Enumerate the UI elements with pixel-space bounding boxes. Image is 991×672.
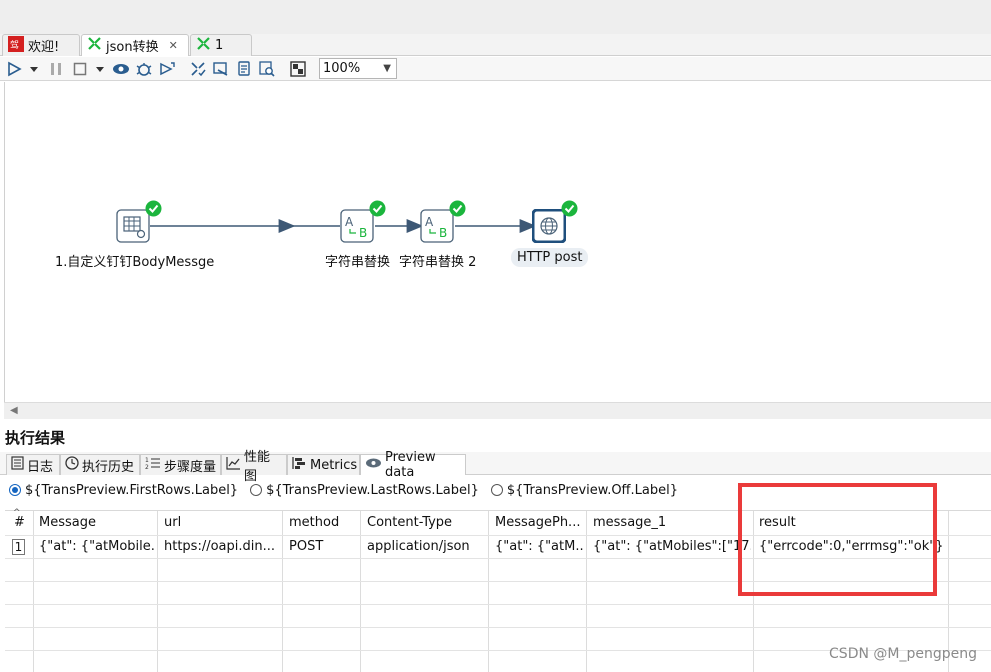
chevron-down-icon: ▼ (383, 63, 391, 74)
svg-text:A: A (345, 215, 354, 229)
radio-selected-icon (9, 484, 21, 496)
tab-label: 日志 (27, 459, 54, 475)
column-header[interactable]: url (164, 515, 181, 530)
verify-icon[interactable] (188, 59, 208, 79)
transformation-icon (87, 36, 102, 55)
horizontal-scrollbar[interactable]: ◀ (4, 402, 991, 419)
tab-label: json转换 (106, 40, 159, 55)
row-divider (5, 604, 991, 605)
pause-icon[interactable] (47, 59, 65, 79)
results-tab-strip: 日志 执行历史 12 步骤度量 性能图 Metrics Preview data (0, 450, 991, 484)
run-icon[interactable] (5, 59, 23, 79)
highlight-box (738, 483, 937, 596)
tab-1[interactable]: 1 (190, 34, 252, 56)
tab-json-transform[interactable]: json转换 ✕ (81, 34, 189, 56)
radio-off[interactable]: ${TransPreview.Off.Label} (490, 482, 678, 498)
run-dropdown-icon[interactable] (28, 59, 40, 79)
column-header[interactable]: message_1 (593, 515, 666, 530)
column-header[interactable]: method (289, 515, 339, 530)
tab-preview-data[interactable]: Preview data (360, 450, 466, 480)
row-number[interactable]: 1 (12, 539, 25, 555)
show-results-icon[interactable] (288, 59, 308, 79)
tab-log[interactable]: 日志 (6, 454, 60, 475)
column-header[interactable]: Message (39, 515, 96, 530)
tab-label: 1 (215, 38, 224, 53)
gantt-icon (292, 456, 307, 474)
radio-icon (490, 484, 503, 496)
watermark: CSDN @M_pengpeng (829, 646, 977, 662)
scroll-left-icon[interactable]: ◀ (10, 405, 18, 416)
column-header[interactable]: MessagePh... (495, 515, 580, 530)
explore-db-icon[interactable] (257, 59, 277, 79)
chart-icon (226, 456, 241, 474)
step-label: 字符串替换 (325, 255, 391, 270)
tab-label: 欢迎! (28, 40, 60, 55)
radio-label: ${TransPreview.Off.Label} (506, 482, 678, 498)
column-header[interactable]: # (14, 515, 25, 530)
ok-check-icon (561, 200, 578, 221)
table-cell[interactable]: https://oapi.din... (164, 539, 280, 554)
replay-icon[interactable] (157, 59, 177, 79)
zoom-value: 100% (323, 61, 361, 76)
ok-check-icon (145, 200, 162, 221)
app-logo-icon: 驾 (8, 35, 24, 56)
stop-dropdown-icon[interactable] (94, 59, 106, 79)
stop-icon[interactable] (71, 59, 89, 79)
transformation-icon (196, 36, 211, 55)
svg-text:B: B (439, 226, 447, 240)
svg-text:B: B (359, 226, 367, 240)
tab-metrics[interactable]: Metrics (287, 454, 360, 475)
close-icon[interactable]: ✕ (169, 39, 178, 52)
clock-icon (65, 456, 79, 474)
radio-last-rows[interactable]: ${TransPreview.LastRows.Label} (250, 483, 479, 498)
numbered-list-icon: 12 (145, 456, 161, 474)
tab-label: Metrics (310, 457, 358, 473)
row-divider (5, 627, 991, 628)
step-label: HTTP post (511, 248, 589, 267)
svg-text:2: 2 (145, 464, 149, 470)
top-area (0, 0, 991, 34)
log-icon (11, 456, 24, 474)
column-header[interactable]: Content-Type (367, 515, 452, 530)
table-cell[interactable]: application/json (367, 539, 487, 554)
debug-icon[interactable] (134, 59, 154, 79)
svg-text:驾: 驾 (10, 40, 19, 51)
radio-label: ${TransPreview.FirstRows.Label} (25, 482, 239, 498)
table-cell[interactable]: {"at": {"atMobile... (39, 539, 155, 554)
sql-icon[interactable] (234, 59, 254, 79)
ok-check-icon (449, 200, 466, 221)
svg-text:1: 1 (145, 457, 149, 464)
table-cell[interactable]: POST (289, 539, 359, 554)
zoom-select[interactable]: 100% ▼ (319, 58, 397, 79)
impact-icon[interactable] (211, 59, 231, 79)
eye-icon (365, 457, 382, 473)
tab-label: 步骤度量 (164, 459, 217, 475)
tab-performance[interactable]: 性能图 (221, 450, 287, 484)
radio-first-rows[interactable]: ${TransPreview.FirstRows.Label} (9, 483, 238, 498)
tab-welcome[interactable]: 驾 欢迎! (2, 34, 80, 56)
transformation-canvas[interactable]: 1.自定义钉钉BodyMessge A B 字符串替换 A B 字符串替换 2 … (4, 82, 991, 402)
preview-icon[interactable] (111, 59, 131, 79)
ok-check-icon (369, 200, 386, 221)
tab-history[interactable]: 执行历史 (60, 454, 140, 475)
radio-label: ${TransPreview.LastRows.Label} (266, 482, 479, 498)
table-cell[interactable]: {"at": {"atMobiles":["17... (593, 539, 751, 554)
step-label: 字符串替换 2 (399, 255, 477, 270)
tab-step-metrics[interactable]: 12 步骤度量 (140, 454, 221, 475)
toolbar: 100% ▼ (0, 57, 991, 81)
results-title: 执行结果 (5, 429, 66, 447)
svg-text:A: A (425, 215, 434, 229)
hop-lines (150, 219, 537, 233)
table-cell[interactable]: {"at": {"atM... (495, 539, 585, 554)
step-label: 1.自定义钉钉BodyMessge (55, 255, 215, 270)
editor-tab-strip: 驾 欢迎! json转换 ✕ 1 (0, 34, 991, 56)
tab-label: 执行历史 (82, 459, 135, 475)
radio-icon (250, 484, 263, 496)
